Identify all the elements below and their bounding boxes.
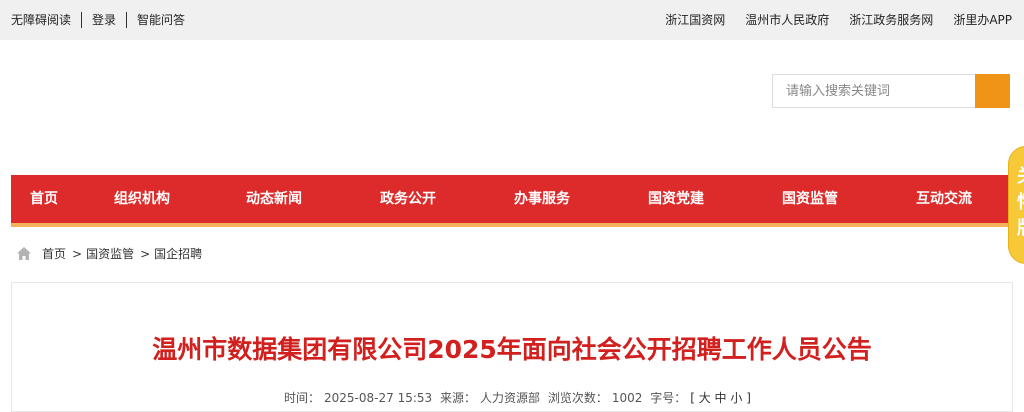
views-count: 1002 <box>611 391 643 405</box>
nav-item-government-affairs[interactable]: 政务公开 <box>380 188 436 208</box>
nav-item-services[interactable]: 办事服务 <box>514 188 570 208</box>
search-input[interactable] <box>772 74 975 108</box>
link-zhejiang-service[interactable]: 浙江政务服务网 <box>849 11 933 28</box>
publish-time: 2025-08-27 15:53 <box>324 391 433 405</box>
breadcrumb: 首页 > 国资监管 > 国企招聘 <box>17 245 202 262</box>
breadcrumb-separator: > <box>140 246 151 261</box>
font-size-label: 字号： <box>650 391 687 405</box>
views-label: 浏览次数： <box>547 391 608 405</box>
font-size-options[interactable]: [ 大 中 小 ] <box>690 391 751 405</box>
care-mode-char: 关 <box>1017 162 1024 188</box>
divider <box>126 11 128 28</box>
care-mode-tab[interactable]: 关 怀 版 <box>1008 146 1024 264</box>
nav-item-home[interactable]: 首页 <box>30 188 58 208</box>
main-nav: 首页 组织机构 动态新闻 政务公开 办事服务 国资党建 国资监管 互动交流 <box>11 175 1008 227</box>
article-meta: 时间： 2025-08-27 15:53 来源： 人力资源部 浏览次数： 1002 字… <box>284 389 755 406</box>
nav-item-news[interactable]: 动态新闻 <box>246 188 302 208</box>
search-button[interactable] <box>975 74 1010 108</box>
care-mode-char: 版 <box>1017 214 1024 240</box>
article-panel: 温州市数据集团有限公司2025年面向社会公开招聘工作人员公告 时间： 2025-0… <box>11 282 1013 412</box>
top-bar-links: 浙江国资网 温州市人民政府 浙江政务服务网 浙里办APP <box>645 11 1012 28</box>
nav-item-organization[interactable]: 组织机构 <box>114 188 170 208</box>
breadcrumb-supervision[interactable]: 国资监管 <box>86 245 134 262</box>
nav-item-party-building[interactable]: 国资党建 <box>648 188 704 208</box>
care-mode-char: 怀 <box>1017 188 1024 214</box>
nav-item-interaction[interactable]: 互动交流 <box>916 188 972 208</box>
search-box <box>772 74 1010 108</box>
breadcrumb-recruitment[interactable]: 国企招聘 <box>154 245 202 262</box>
link-zheliban-app[interactable]: 浙里办APP <box>953 11 1012 28</box>
accessibility-link[interactable]: 无障碍阅读 <box>11 11 71 28</box>
divider <box>81 11 83 28</box>
top-bar-left: 无障碍阅读 登录 智能问答 <box>11 11 185 28</box>
smart-qa-link[interactable]: 智能问答 <box>137 11 185 28</box>
nav-item-supervision[interactable]: 国资监管 <box>782 188 838 208</box>
link-wenzhou-government[interactable]: 温州市人民政府 <box>745 11 829 28</box>
nav-list: 首页 组织机构 动态新闻 政务公开 办事服务 国资党建 国资监管 互动交流 <box>11 175 1008 223</box>
home-icon <box>17 247 31 260</box>
login-link[interactable]: 登录 <box>92 11 116 28</box>
breadcrumb-separator: > <box>72 246 83 261</box>
source-label: 来源： <box>439 391 476 405</box>
article-title: 温州市数据集团有限公司2025年面向社会公开招聘工作人员公告 <box>152 335 872 364</box>
source-value: 人力资源部 <box>480 391 541 405</box>
top-bar: 无障碍阅读 登录 智能问答 浙江国资网 温州市人民政府 浙江政务服务网 浙里办A… <box>0 0 1024 40</box>
time-label: 时间： <box>284 391 321 405</box>
breadcrumb-home[interactable]: 首页 <box>42 245 66 262</box>
link-zhejiang-sasac[interactable]: 浙江国资网 <box>665 11 725 28</box>
